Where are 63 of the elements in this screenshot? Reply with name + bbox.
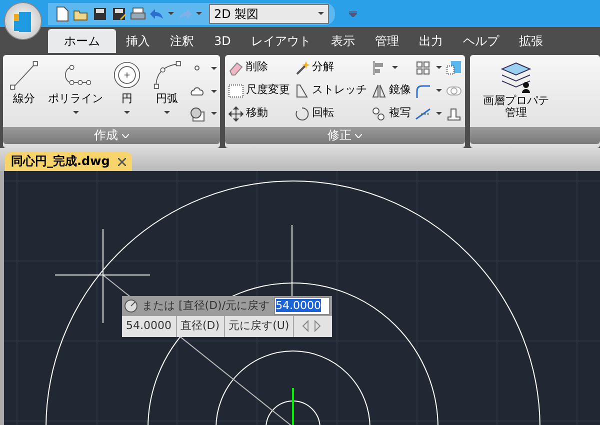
scale-icon [228,82,244,98]
edit-polyline-icon [446,106,462,122]
close-icon[interactable] [118,158,126,166]
ribbon-tab[interactable]: 3D [204,29,241,53]
hatch-icon [189,106,205,122]
command-option[interactable]: 54.0000 [122,316,176,336]
ribbon-button[interactable]: 移動 [227,103,291,124]
save-as-icon[interactable] [111,6,127,22]
command-option[interactable]: 元に戻す(U) [224,316,294,336]
ribbon-button[interactable]: 円 [108,57,146,125]
ribbon-tab[interactable]: 出力 [408,29,453,53]
print-icon[interactable] [130,6,146,22]
ribbon-button[interactable]: 尺度変更 [227,80,291,101]
value-input-field[interactable]: 54.0000 [274,297,330,315]
previous-icon[interactable] [302,320,310,332]
circle-icon [111,59,143,91]
command-option[interactable]: 直径(D) [176,316,225,336]
axis-line [292,388,294,425]
ribbon-button[interactable]: 線分 [5,57,43,125]
customize-icon[interactable] [349,10,357,16]
fillet-icon [415,82,431,98]
array-icon [415,60,431,76]
app-logo-icon [13,11,33,33]
ribbon-button[interactable]: 分解 [293,57,368,78]
rotate-icon [294,106,310,122]
offset-icon [446,60,462,76]
stretch-icon [294,82,310,98]
ribbon-button[interactable]: ポリライン [45,57,106,125]
ribbon-button[interactable]: 鏡像 [370,80,412,101]
eraser-icon [228,60,244,76]
panel-title[interactable]: 作成 [94,128,122,142]
save-icon[interactable] [92,6,108,22]
copy-icon [371,106,387,122]
next-icon[interactable] [314,320,322,332]
radius-icon [124,299,138,313]
ribbon-tab[interactable]: 表示 [320,29,365,53]
chevron-down-icon[interactable] [355,134,362,138]
document-tab[interactable]: 同心円_完成.dwg [5,152,132,171]
trim-icon [415,106,431,122]
mirror-icon [371,82,387,98]
ribbon-tab[interactable]: レイアウト [240,29,321,53]
chevron-down-icon[interactable] [122,134,129,138]
ribbon-tab[interactable]: ヘルプ [452,29,509,53]
ribbon-tab[interactable]: ホーム [48,29,116,53]
ribbon-tab[interactable]: 挿入 [116,29,160,53]
ribbon-tab[interactable]: 管理 [364,29,409,53]
new-file-icon[interactable] [54,6,70,22]
ribbon-button[interactable]: 削除 [227,57,291,78]
caret-icon [196,12,202,15]
ribbon-tab[interactable]: 注釈 [160,29,204,53]
ribbon-button[interactable]: ストレッチ [293,80,368,101]
ribbon-button[interactable]: 円弧 [148,57,186,125]
arc-icon [151,59,183,91]
ribbon-button[interactable]: 複写 [370,103,412,124]
magic-wand-icon [294,60,310,76]
caret-icon [318,12,324,15]
move-icon [228,106,244,122]
ribbon-button[interactable]: 回転 [293,103,368,124]
line-icon [8,59,40,91]
command-prompt: または [直径(D)/元に戻す [142,298,270,314]
caret-icon [168,12,174,15]
workspace-dropdown[interactable]: 2D 製図 [209,4,329,24]
ribbon-tab[interactable]: 拡張 [508,29,553,53]
